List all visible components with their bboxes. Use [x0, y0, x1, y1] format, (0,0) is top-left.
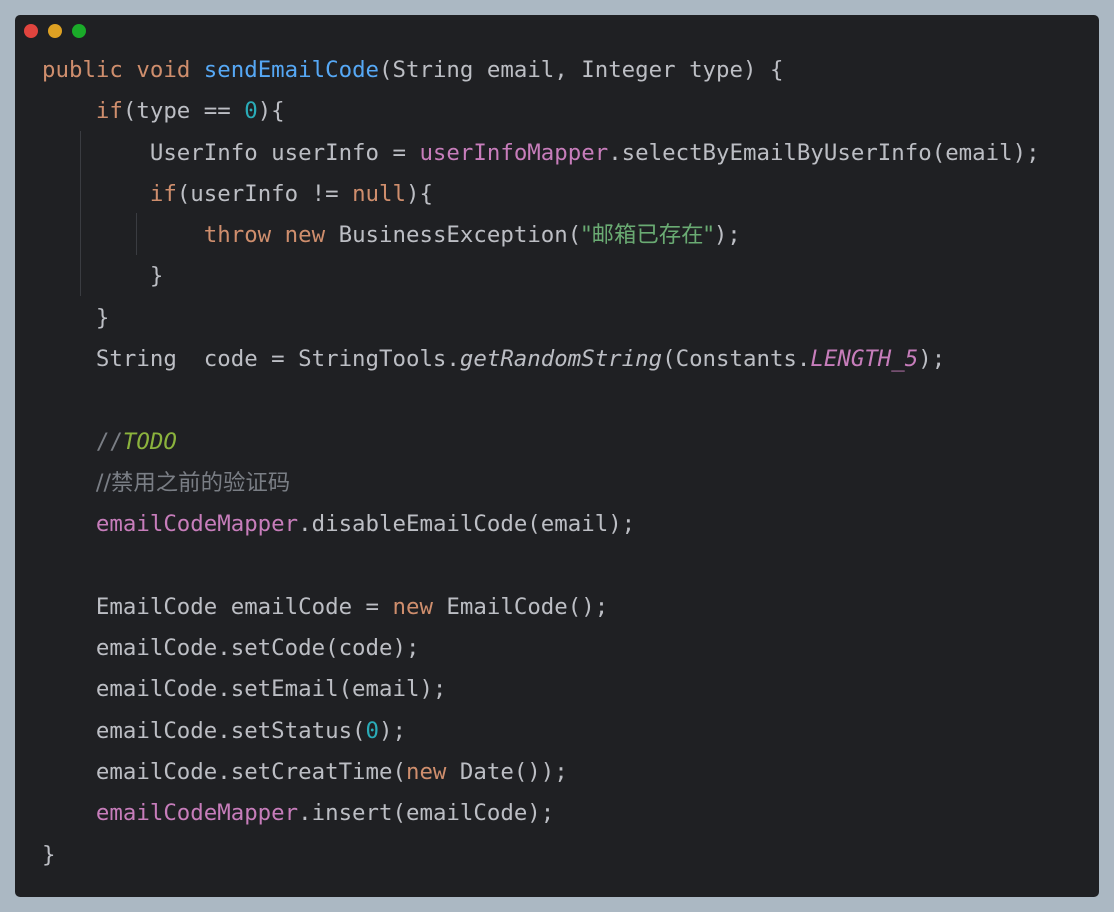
field-token: emailCodeMapper [95, 800, 299, 827]
code-line-3: UserInfo userInfo = userInfoMapper.selec… [42, 139, 1040, 166]
code-line-4: if(userInfo != null){ [149, 180, 433, 207]
static-method-token: getRandomString [459, 346, 663, 373]
keyword-token: if [95, 98, 123, 125]
comment-token: //禁用之前的验证码 [95, 469, 291, 496]
todo-token: TODO [122, 428, 177, 455]
code-line-16: emailCode.setEmail(email); [42, 676, 447, 703]
constant-token: LENGTH_5 [810, 346, 919, 373]
keyword-token: new [405, 759, 447, 786]
number-literal: 0 [244, 98, 258, 125]
method-name: sendEmailCode [203, 57, 380, 83]
keyword-token: public [42, 57, 123, 83]
string-literal: "邮箱已存在" [581, 222, 714, 249]
code-line-12: emailCodeMapper.disableEmailCode(email); [95, 511, 636, 538]
keyword-token: new [392, 593, 433, 620]
field-token: emailCodeMapper [95, 511, 299, 538]
code-window: public void sendEmailCode(String email, … [15, 15, 1099, 897]
number-literal: 0 [365, 717, 380, 744]
code-block: public void sendEmailCode(String email, … [42, 50, 1092, 876]
keyword-token: throw [203, 222, 272, 249]
close-dot-icon[interactable] [24, 24, 38, 38]
minimize-dot-icon[interactable] [48, 24, 62, 38]
maximize-dot-icon[interactable] [72, 24, 86, 38]
code-line-11: //禁用之前的验证码 [42, 463, 1092, 504]
keyword-token: new [284, 222, 326, 249]
code-line-5: throw new BusinessException("邮箱已存在"); [203, 222, 741, 249]
code-line-8: String code = StringTools.getRandomStrin… [42, 346, 946, 373]
code-line-10: //TODO [42, 422, 1092, 463]
code-line-15: emailCode.setCode(code); [42, 635, 420, 662]
code-line-6: } [42, 263, 164, 290]
code-line-1: public void sendEmailCode(String email, … [42, 57, 784, 83]
keyword-token: void [136, 57, 191, 83]
field-token: userInfoMapper [419, 139, 609, 166]
code-line-2: if(type == 0){ [95, 98, 285, 125]
code-line-20: } [42, 841, 56, 868]
code-line-7: } [42, 304, 110, 331]
code-line-17: emailCode.setStatus(0); [42, 717, 406, 744]
code-line-18: emailCode.setCreatTime(new Date()); [42, 759, 568, 786]
code-line-14: EmailCode emailCode = new EmailCode(); [42, 593, 609, 620]
keyword-token: if [149, 180, 177, 207]
comment-token: // [95, 428, 123, 455]
code-line-19: emailCodeMapper.insert(emailCode); [95, 800, 555, 827]
keyword-token: null [352, 180, 406, 207]
